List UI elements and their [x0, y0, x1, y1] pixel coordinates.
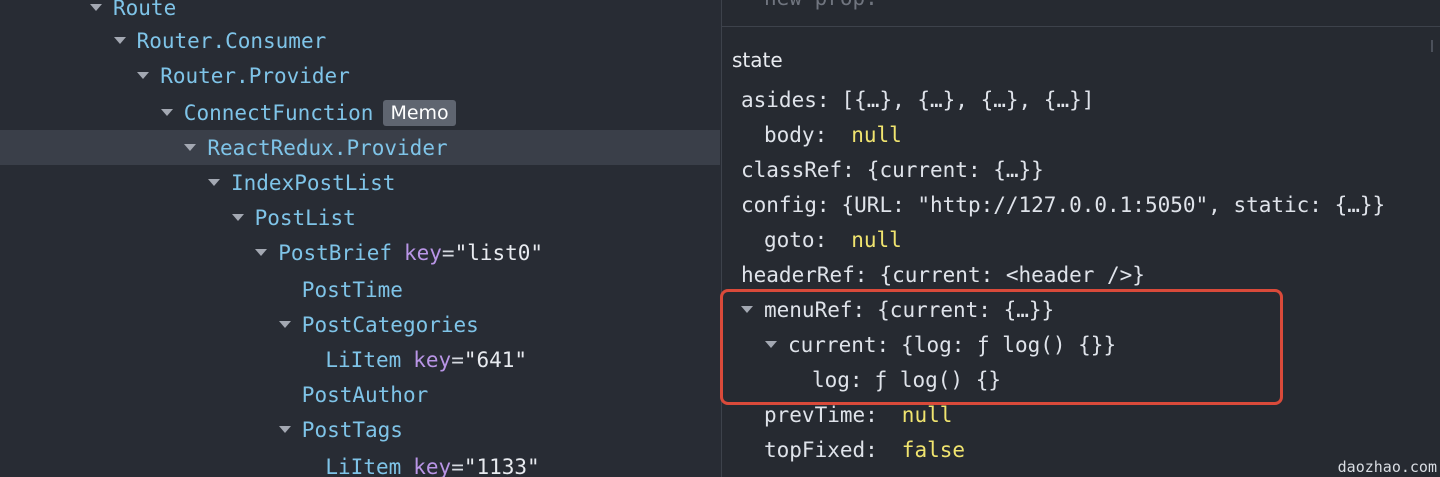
tree-row[interactable]: PostList	[0, 200, 720, 235]
tree-row[interactable]: PostCategories	[0, 307, 720, 342]
component-name: PostAuthor	[301, 382, 429, 407]
highlight-annotation	[720, 289, 1283, 405]
state-row[interactable]: classRef: {current: {…}}	[722, 152, 1440, 187]
tree-row[interactable]: ReactRedux.Provider	[0, 130, 720, 165]
state-value: null	[901, 402, 953, 427]
state-row[interactable]: config: {URL: "http://127.0.0.1:5050", st…	[722, 187, 1440, 222]
component-key: key="641"	[413, 348, 527, 372]
tree-row[interactable]: PostTime	[0, 272, 720, 307]
component-name: Route	[113, 0, 177, 20]
component-name: ConnectFunction	[183, 100, 374, 125]
tree-row[interactable]: Route	[0, 0, 720, 25]
component-name: Router.Consumer	[136, 28, 327, 53]
state-row[interactable]: body: null	[722, 117, 1440, 152]
memo-badge: Memo	[383, 99, 456, 126]
expand-caret-icon[interactable]	[208, 179, 220, 186]
state-key: config:	[741, 192, 830, 217]
state-value: {URL: "http://127.0.0.1:5050", static: {…	[841, 192, 1386, 217]
component-key: key="list0"	[404, 241, 543, 265]
tree-row[interactable]: IndexPostList	[0, 165, 720, 200]
state-key: asides:	[741, 87, 830, 112]
state-value: null	[851, 227, 902, 252]
state-key: topFixed:	[764, 437, 878, 462]
key-value: "list0"	[454, 240, 544, 265]
new-prop-input[interactable]: new prop:	[764, 0, 878, 10]
state-value: false	[901, 437, 966, 462]
expand-caret-icon[interactable]	[160, 109, 173, 116]
watermark: daozhao.com	[1337, 458, 1437, 476]
state-row[interactable]: topFixed: false	[722, 432, 1440, 467]
component-name: Router.Provider	[160, 63, 350, 88]
key-label: key	[413, 347, 452, 372]
component-name: LiItem	[325, 454, 402, 477]
state-row[interactable]: headerRef: {current: <header />}	[722, 257, 1440, 292]
key-label: key	[403, 240, 442, 265]
expand-caret-icon[interactable]	[184, 144, 197, 151]
component-name: ReactRedux.Provider	[207, 135, 448, 160]
component-name: LiItem	[325, 347, 402, 372]
state-key: prevTime:	[764, 402, 878, 427]
key-value: "1133"	[463, 454, 540, 477]
expand-caret-icon[interactable]	[278, 321, 291, 328]
tree-row[interactable]: ConnectFunction Memo	[0, 95, 720, 130]
state-section-title: state	[732, 48, 783, 72]
component-tree-panel: Route Router.Consumer Router.Provider Conne…	[0, 0, 720, 477]
state-value: [{…}, {…}, {…}, {…}]	[841, 87, 1095, 112]
expand-caret-icon[interactable]	[137, 72, 150, 79]
state-value: {current: <header />}	[879, 262, 1145, 287]
expand-caret-icon[interactable]	[113, 37, 126, 44]
component-name: IndexPostList	[231, 170, 396, 195]
component-name: PostTags	[301, 417, 403, 442]
expand-caret-icon[interactable]	[90, 4, 102, 11]
state-key: goto:	[764, 227, 828, 252]
state-value: null	[851, 122, 902, 147]
scrollbar[interactable]	[1431, 40, 1433, 52]
component-name: PostTime	[301, 277, 403, 302]
expand-caret-icon[interactable]	[278, 426, 291, 433]
state-key: body:	[764, 122, 828, 147]
key-equals: =	[451, 454, 464, 477]
state-value: {current: {…}}	[866, 157, 1044, 182]
key-equals: =	[451, 347, 464, 372]
inspector-panel: new prop: state asides: [{…}, {…}, {…}, {…	[721, 0, 1440, 477]
tree-row[interactable]: PostTags	[0, 412, 720, 447]
component-name: PostCategories	[301, 312, 479, 337]
key-value: "641"	[463, 347, 528, 372]
key-equals: =	[441, 240, 455, 265]
tree-row[interactable]: Router.Consumer	[0, 23, 720, 58]
tree-row[interactable]: Router.Provider	[0, 58, 720, 93]
component-key: key="1133"	[413, 455, 539, 477]
component-name: PostList	[254, 205, 356, 230]
props-section: new prop:	[722, 0, 1440, 27]
state-key: headerRef:	[741, 262, 868, 287]
tree-row[interactable]: LiItem key="1133"	[0, 449, 720, 477]
expand-caret-icon[interactable]	[231, 214, 244, 221]
key-label: key	[413, 454, 452, 477]
state-row[interactable]: asides: [{…}, {…}, {…}, {…}]	[722, 82, 1440, 117]
state-row[interactable]: goto: null	[722, 222, 1440, 257]
tree-row[interactable]: LiItem key="641"	[0, 342, 720, 377]
tree-row[interactable]: PostBrief key="list0"	[0, 235, 720, 270]
tree-row[interactable]: PostAuthor	[0, 377, 720, 412]
expand-caret-icon[interactable]	[255, 249, 268, 256]
component-name: PostBrief	[278, 240, 392, 265]
state-key: classRef:	[741, 157, 855, 182]
